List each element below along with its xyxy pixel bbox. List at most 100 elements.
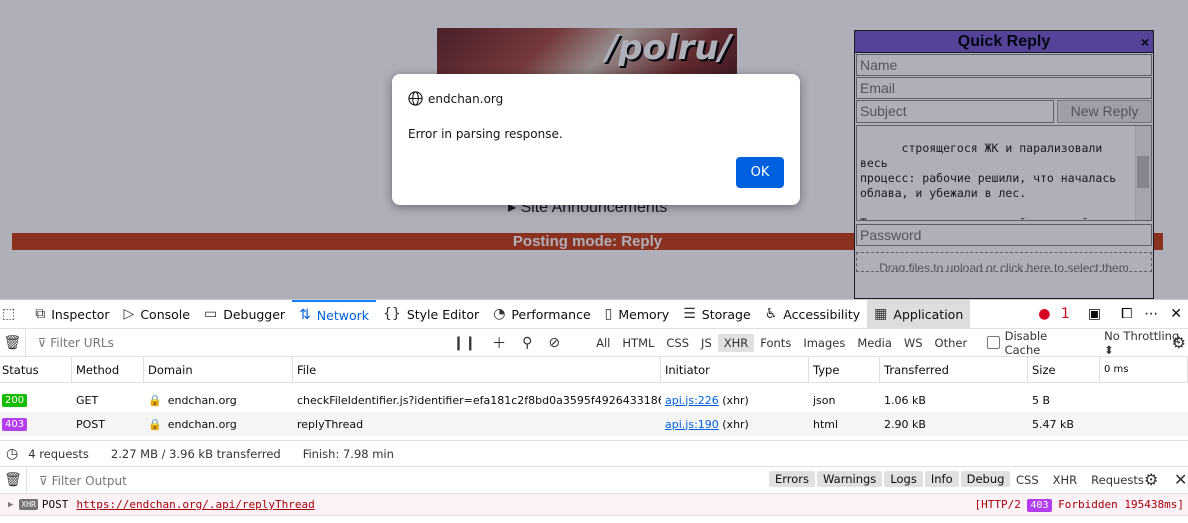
row-type: json	[813, 393, 836, 407]
plus-icon[interactable]: ＋	[484, 333, 514, 353]
row-file: replyThread	[297, 417, 364, 431]
filter-xhr[interactable]: XHR	[717, 333, 755, 352]
xhr-tag: XHR	[19, 499, 38, 510]
gear-icon[interactable]: ⚙	[1172, 333, 1186, 352]
accessibility-icon: ♿	[764, 306, 778, 322]
initiator-link[interactable]: api.js:190	[665, 418, 719, 431]
column-waterfall[interactable]: 0 ms	[1100, 357, 1188, 382]
network-table-header: Status Method Domain File Initiator Type…	[0, 357, 1188, 383]
category-requests[interactable]: Requests	[1091, 473, 1144, 487]
trash-icon[interactable]: 🗑	[0, 472, 26, 488]
devtools-panel: ⬚ ⧉ Inspector ▷ Console ▭ Debugger ⇅ Network…	[0, 299, 1188, 523]
summary-transferred: 2.27 MB / 3.96 kB transferred	[110, 446, 281, 461]
initiator-link[interactable]: api.js:226	[665, 394, 719, 407]
table-row[interactable]: 403 POST 🔒 endchan.org replyThread api.js…	[0, 412, 1188, 436]
column-method[interactable]: Method	[72, 357, 144, 382]
tab-inspector[interactable]: ⧉ Inspector	[28, 300, 116, 328]
tab-application[interactable]: ▦ Application	[867, 300, 971, 328]
table-row[interactable]: 200 GET 🔒 endchan.org checkFileIdentifier…	[0, 388, 1188, 412]
disable-cache-checkbox[interactable]	[987, 336, 1000, 349]
dialog-origin: endchan.org	[428, 92, 504, 106]
search-icon[interactable]: ⚲	[514, 335, 540, 351]
category-filters: CSS XHR Requests	[1016, 473, 1144, 487]
disable-cache-label: Disable Cache	[1004, 328, 1048, 357]
filter-all[interactable]: All	[590, 336, 616, 350]
storage-icon: ☰	[683, 306, 696, 322]
disable-cache-toggle[interactable]: Disable Cache	[987, 329, 1082, 357]
globe-icon	[408, 91, 423, 106]
responsive-design-icon[interactable]: ⧠	[1115, 306, 1138, 322]
tab-console[interactable]: ▷ Console	[117, 300, 197, 328]
filter-js[interactable]: JS	[695, 336, 718, 350]
row-size: 5 B	[1032, 393, 1051, 407]
close-icon[interactable]: ✕	[1174, 470, 1187, 489]
level-info[interactable]: Info	[924, 471, 959, 487]
tab-label: Style Editor	[406, 306, 480, 322]
network-summary: ◷ 4 requests 2.27 MB / 3.96 kB transferr…	[0, 440, 1188, 466]
gear-icon[interactable]: ⚙	[1144, 470, 1158, 489]
style-editor-icon: {}	[383, 306, 401, 322]
filter-ws[interactable]: WS	[898, 336, 929, 350]
row-method: GET	[76, 393, 99, 407]
network-table-body: 200 GET 🔒 endchan.org checkFileIdentifier…	[0, 383, 1188, 440]
tab-label: Application	[893, 306, 964, 322]
level-logs[interactable]: Logs	[884, 471, 923, 487]
summary-finish: Finish: 7.98 min	[302, 446, 394, 461]
initiator-suffix: (xhr)	[722, 417, 749, 431]
level-errors[interactable]: Errors	[769, 471, 816, 487]
row-transferred: 1.06 kB	[884, 393, 926, 407]
expand-arrow-icon[interactable]: ▶	[8, 500, 13, 510]
filter-fonts[interactable]: Fonts	[754, 336, 797, 350]
filter-css[interactable]: CSS	[660, 336, 695, 350]
performance-icon: ◔	[493, 306, 506, 322]
filter-urls-input[interactable]: ⊽ Filter URLs	[24, 329, 445, 356]
level-warnings[interactable]: Warnings	[817, 471, 883, 487]
filter-html[interactable]: HTML	[616, 336, 660, 350]
filter-output-placeholder: Filter Output	[51, 474, 127, 488]
close-devtools-icon[interactable]: ✕	[1164, 306, 1188, 322]
column-type[interactable]: Type	[809, 357, 880, 382]
category-css[interactable]: CSS	[1016, 473, 1039, 487]
lock-icon: 🔒	[148, 417, 162, 431]
log-url-link[interactable]: https://endchan.org/.api/replyThread	[76, 498, 314, 511]
row-type: html	[813, 417, 839, 431]
ok-button[interactable]: OK	[736, 157, 784, 188]
filter-other[interactable]: Other	[929, 336, 974, 350]
log-status-prefix: [HTTP/2	[974, 498, 1021, 511]
tab-label: Debugger	[223, 306, 286, 322]
level-debug[interactable]: Debug	[960, 471, 1011, 487]
log-status: [HTTP/2 403 Forbidden 195438ms]	[974, 498, 1184, 512]
column-size[interactable]: Size	[1028, 357, 1100, 382]
console-toolbar: 🗑 ⊽ Filter Output Errors Warnings Logs I…	[0, 466, 1188, 494]
tab-label: Storage	[701, 306, 751, 322]
tab-debugger[interactable]: ▭ Debugger	[197, 300, 292, 328]
column-initiator[interactable]: Initiator	[661, 357, 809, 382]
log-status-suffix: Forbidden 195438ms]	[1058, 498, 1184, 511]
tab-performance[interactable]: ◔ Performance	[486, 300, 597, 328]
filter-images[interactable]: Images	[797, 336, 851, 350]
network-icon: ⇅	[299, 307, 311, 323]
status-badge: 200	[2, 394, 28, 407]
tab-accessibility[interactable]: ♿ Accessibility	[758, 300, 867, 328]
split-console-icon[interactable]: ▣	[1082, 306, 1107, 322]
column-transferred[interactable]: Transferred	[880, 357, 1028, 382]
filter-output-input[interactable]: ⊽ Filter Output	[26, 467, 326, 493]
console-log-entry[interactable]: ▶ XHR POST https://endchan.org/.api/repl…	[0, 494, 1188, 516]
category-xhr[interactable]: XHR	[1053, 473, 1078, 487]
tab-style-editor[interactable]: {} Style Editor	[376, 300, 486, 328]
column-file[interactable]: File	[293, 357, 661, 382]
pick-element-button[interactable]: ⬚	[0, 300, 28, 328]
block-icon[interactable]: ⊘	[540, 335, 568, 351]
tab-memory[interactable]: ▯ Memory	[598, 300, 677, 328]
tab-network[interactable]: ⇅ Network	[292, 300, 376, 328]
trash-icon[interactable]: 🗑	[0, 335, 25, 351]
row-domain: endchan.org	[167, 417, 237, 431]
column-domain[interactable]: Domain	[144, 357, 293, 382]
filter-media[interactable]: Media	[851, 336, 898, 350]
pause-icon[interactable]: ❙❙	[445, 335, 484, 351]
column-status[interactable]: Status	[0, 357, 72, 382]
error-count-badge[interactable]: ● 1	[1032, 306, 1082, 322]
more-options-icon[interactable]: ⋯	[1138, 306, 1164, 322]
tab-storage[interactable]: ☰ Storage	[676, 300, 757, 328]
timer-icon: ◷	[6, 445, 19, 462]
